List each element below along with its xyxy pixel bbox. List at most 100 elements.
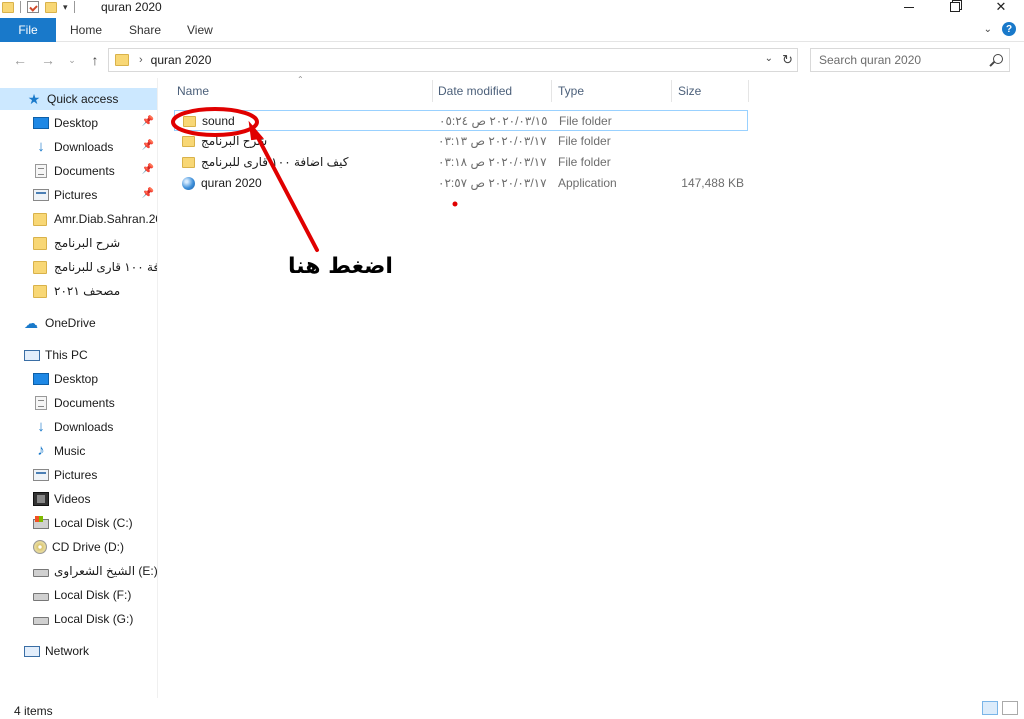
column-divider[interactable]: [748, 80, 749, 102]
sidebar-item-drive-c[interactable]: Local Disk (C:): [0, 512, 157, 534]
file-name-cell: sound: [183, 114, 423, 128]
address-history-chevron-icon[interactable]: ⌄: [765, 53, 773, 64]
title-bar: ▾ quran 2020 ✕: [0, 0, 1024, 18]
search-input[interactable]: Search quran 2020: [810, 48, 1010, 72]
chevron-down-icon: ⌄: [68, 54, 76, 65]
new-folder-icon[interactable]: [45, 1, 57, 13]
sidebar-item-folder[interactable]: شرح البرنامج: [0, 232, 157, 254]
tab-share[interactable]: Share: [129, 18, 161, 42]
file-name: شرح البرنامج: [201, 134, 268, 148]
file-date: ٢٠٢٠/٠٣/١٧ ص ٠٣:١٣: [438, 134, 547, 148]
tab-home[interactable]: Home: [70, 18, 102, 42]
column-divider[interactable]: [432, 80, 433, 102]
details-view-button[interactable]: [982, 701, 998, 715]
column-header-date[interactable]: Date modified: [438, 78, 512, 104]
tab-view[interactable]: View: [187, 18, 213, 42]
sidebar-item-music[interactable]: ♪ Music: [0, 440, 157, 462]
system-drive-icon: [33, 516, 49, 529]
sidebar-item-label: Local Disk (F:): [54, 588, 132, 602]
back-button[interactable]: ←: [10, 50, 30, 70]
sidebar-item-videos[interactable]: Videos: [0, 488, 157, 510]
sidebar-item-label: مصحف ٢٠٢١: [54, 284, 121, 298]
drive-icon: [33, 593, 49, 601]
column-header-size[interactable]: Size: [678, 78, 701, 104]
restore-button[interactable]: [932, 0, 978, 14]
sidebar-item-drive-f[interactable]: Local Disk (F:): [0, 584, 157, 606]
sidebar-item-label: Quick access: [47, 92, 119, 106]
minimize-button[interactable]: [886, 0, 932, 14]
file-name-cell: شرح البرنامج: [182, 134, 422, 148]
sidebar-item-network[interactable]: Network: [0, 640, 157, 662]
table-row[interactable]: quran 2020 ٢٠٢٠/٠٣/١٧ ص ٠٢:٥٧ Applicatio…: [174, 173, 748, 194]
breadcrumb-current[interactable]: quran 2020: [151, 53, 212, 67]
sidebar-item-downloads[interactable]: ↓ Downloads: [0, 416, 157, 438]
sidebar-item-label: Documents: [54, 164, 115, 178]
properties-icon[interactable]: [27, 1, 39, 13]
sidebar-item-drive-g[interactable]: Local Disk (G:): [0, 608, 157, 630]
toolbar-divider: [20, 1, 21, 13]
expand-ribbon-chevron-icon[interactable]: ⌄: [984, 24, 992, 35]
sidebar-item-drive-e[interactable]: الشيخ الشعراوى (E:): [0, 560, 158, 582]
sidebar-item-documents[interactable]: Documents 📌: [0, 160, 157, 182]
drive-icon: [33, 569, 49, 577]
customize-toolbar-chevron-icon[interactable]: ▾: [63, 2, 68, 13]
item-count: 4 items: [14, 704, 53, 718]
file-type: File folder: [558, 155, 611, 169]
desktop-icon: [33, 117, 49, 129]
documents-icon: [35, 164, 47, 178]
sidebar-item-onedrive[interactable]: ☁ OneDrive: [0, 312, 157, 334]
sidebar-item-folder[interactable]: اضافة ١٠٠ قارى للبرنامج: [0, 256, 158, 278]
music-icon: ♪: [37, 442, 45, 459]
large-icons-view-button[interactable]: [1002, 701, 1018, 715]
download-icon: ↓: [37, 138, 45, 155]
recent-locations-button[interactable]: ⌄: [62, 50, 82, 70]
table-row[interactable]: شرح البرنامج ٢٠٢٠/٠٣/١٧ ص ٠٣:١٣ File fol…: [174, 131, 748, 152]
sidebar-item-label: اضافة ١٠٠ قارى للبرنامج: [54, 260, 158, 274]
sidebar-item-pictures[interactable]: Pictures: [0, 464, 157, 486]
file-name: كيف اضافة ١٠٠ قارى للبرنامج: [201, 155, 349, 169]
sidebar-item-label: Videos: [54, 492, 91, 506]
sidebar-item-drive-d[interactable]: CD Drive (D:): [0, 536, 157, 558]
sidebar-item-label: الشيخ الشعراوى (E:): [54, 564, 158, 578]
forward-button[interactable]: →: [38, 50, 58, 70]
sidebar-item-desktop[interactable]: Desktop: [0, 368, 157, 390]
up-button[interactable]: ↑: [85, 50, 105, 70]
view-toggle: [982, 701, 1018, 715]
tab-file[interactable]: File: [0, 18, 56, 42]
file-date: ٢٠٢٠/٠٣/١٧ ص ٠٣:١٨: [438, 155, 547, 169]
file-name: sound: [202, 114, 235, 128]
search-icon[interactable]: [993, 54, 1003, 64]
sidebar-item-this-pc[interactable]: This PC: [0, 344, 157, 366]
table-row[interactable]: sound ٢٠٢٠/٠٣/١٥ ص ٠٥:٢٤ File folder: [174, 110, 748, 131]
folder-icon[interactable]: [2, 1, 14, 13]
pin-icon: 📌: [141, 164, 154, 175]
breadcrumb-chevron-icon[interactable]: ›: [139, 54, 143, 66]
column-divider[interactable]: [551, 80, 552, 102]
sidebar-item-label: Downloads: [54, 420, 114, 434]
sidebar-item-folder[interactable]: مصحف ٢٠٢١: [0, 280, 157, 302]
network-icon: [24, 645, 40, 657]
refresh-icon[interactable]: ↻: [782, 52, 793, 68]
sidebar-item-pictures[interactable]: Pictures 📌: [0, 184, 157, 206]
sidebar-item-downloads[interactable]: ↓ Downloads 📌: [0, 136, 157, 158]
sidebar-item-folder[interactable]: Amr.Diab.Sahran.20: [0, 208, 157, 230]
window-title: quran 2020: [101, 0, 162, 14]
address-bar[interactable]: › quran 2020 ⌄ ↻: [108, 48, 798, 72]
arrow-up-icon: ↑: [91, 52, 99, 68]
sidebar-item-desktop[interactable]: Desktop 📌: [0, 112, 157, 134]
sidebar-item-quick-access[interactable]: ★ Quick access: [0, 88, 157, 110]
folder-icon: [33, 236, 47, 250]
file-list: ⌃ Name Date modified Type Size sound ٢٠٢…: [158, 75, 1024, 698]
arrow-right-icon: →: [41, 52, 55, 68]
table-row[interactable]: كيف اضافة ١٠٠ قارى للبرنامج ٢٠٢٠/٠٣/١٧ ص…: [174, 152, 748, 173]
help-icon[interactable]: ?: [1002, 22, 1016, 36]
file-type: File folder: [558, 134, 611, 148]
sidebar-item-label: Desktop: [54, 372, 99, 386]
pin-icon: 📌: [141, 140, 154, 151]
sidebar-item-documents[interactable]: Documents: [0, 392, 157, 414]
close-button[interactable]: ✕: [978, 0, 1024, 14]
column-header-type[interactable]: Type: [558, 78, 584, 104]
column-divider[interactable]: [671, 80, 672, 102]
column-header-name[interactable]: Name: [177, 78, 209, 104]
search-placeholder: Search quran 2020: [819, 53, 922, 67]
